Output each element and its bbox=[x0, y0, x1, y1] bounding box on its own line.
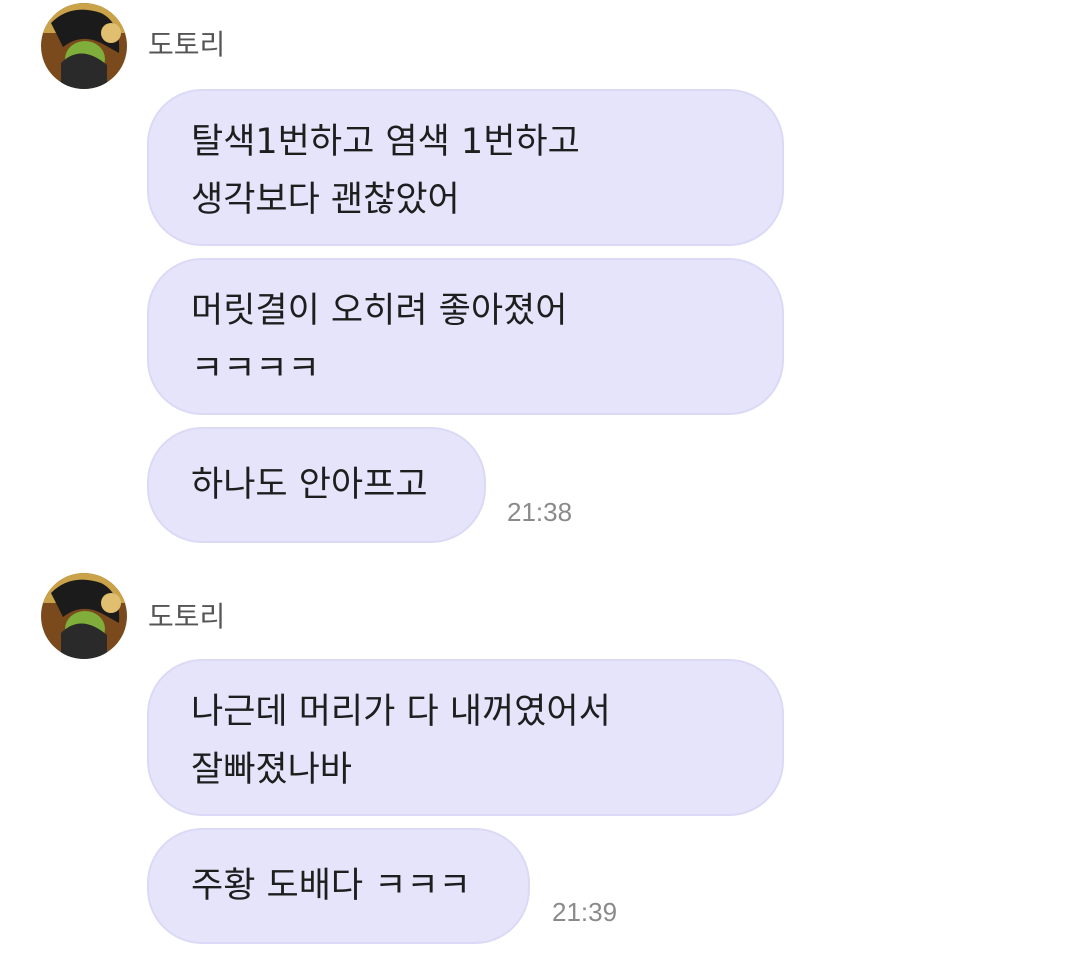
avatar[interactable] bbox=[41, 573, 127, 659]
message-line: 주황 도배다 ㅋㅋㅋ bbox=[191, 866, 471, 906]
sender-name: 도토리 bbox=[148, 28, 226, 61]
message-bubble[interactable]: 머릿결이 오히려 좋아졌어 ㅋㅋㅋㅋ bbox=[147, 258, 784, 415]
message-line: ㅋㅋㅋㅋ bbox=[191, 349, 320, 389]
sender-name: 도토리 bbox=[148, 600, 226, 633]
message-line: 나근데 머리가 다 내꺼였어서 bbox=[191, 692, 611, 732]
message-time: 21:39 bbox=[552, 897, 618, 927]
message-line: 생각보다 괜찮았어 bbox=[191, 180, 460, 220]
message-line: 잘빠졌나바 bbox=[191, 750, 353, 790]
message-bubble[interactable]: 나근데 머리가 다 내꺼였어서 잘빠졌나바 bbox=[147, 659, 784, 816]
message-time: 21:38 bbox=[507, 497, 573, 527]
message-line: 하나도 안아프고 bbox=[191, 465, 428, 505]
message-line: 탈색1번하고 염색 1번하고 bbox=[191, 122, 580, 162]
message-bubble[interactable]: 주황 도배다 ㅋㅋㅋ bbox=[147, 828, 530, 944]
message-line: 머릿결이 오히려 좋아졌어 bbox=[191, 291, 568, 331]
avatar[interactable] bbox=[41, 3, 127, 89]
message-bubble[interactable]: 탈색1번하고 염색 1번하고 생각보다 괜찮았어 bbox=[147, 89, 784, 246]
message-bubble[interactable]: 하나도 안아프고 bbox=[147, 427, 486, 543]
